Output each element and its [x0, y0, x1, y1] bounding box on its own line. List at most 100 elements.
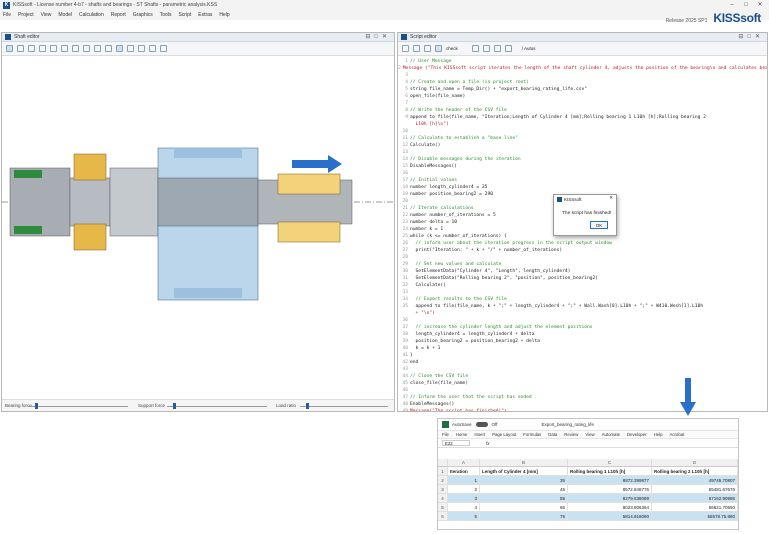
ribbon-tab-help[interactable]: Help	[654, 432, 663, 437]
save-script-icon[interactable]	[424, 45, 431, 52]
menu-calculation[interactable]: Calculation	[79, 12, 104, 18]
save-as-icon[interactable]	[435, 45, 442, 52]
table-cell[interactable]: 55578.75.880	[652, 512, 738, 520]
bearing-2-bottom[interactable]	[277, 221, 341, 243]
view-side-icon[interactable]	[105, 45, 112, 52]
new-script-icon[interactable]	[402, 45, 409, 52]
table-cell[interactable]: 3	[448, 494, 480, 502]
code-line[interactable]: 49Message("The script has finished!")	[398, 408, 767, 411]
run-icon[interactable]	[471, 45, 479, 52]
shaft-segment-3[interactable]	[109, 167, 159, 237]
bearing-2-top[interactable]	[277, 173, 341, 195]
header-iteration[interactable]: Iteration	[448, 467, 480, 475]
check-field[interactable]: check	[446, 46, 458, 51]
rotate-icon[interactable]	[83, 45, 90, 52]
panel-window-controls[interactable]: ⊟□✕	[365, 33, 391, 42]
table-cell[interactable]: 45	[480, 485, 568, 493]
dimension-icon[interactable]	[116, 45, 123, 52]
shaft-segment-2[interactable]	[69, 177, 111, 227]
menu-script[interactable]: Script	[178, 12, 191, 18]
table-cell[interactable]: 67162.90986	[652, 494, 738, 502]
slider-knob-2[interactable]	[173, 403, 176, 409]
menu-report[interactable]: Report	[111, 12, 126, 18]
table-cell[interactable]: 8023.806364	[568, 503, 652, 511]
col-header-c[interactable]: C	[568, 459, 652, 466]
zoom-out-icon[interactable]	[28, 45, 35, 52]
close-button[interactable]: ✕	[753, 0, 767, 10]
col-header-a[interactable]: A	[448, 459, 480, 466]
table-cell[interactable]: 55	[480, 494, 568, 502]
slider-knob-3[interactable]	[306, 403, 309, 409]
search-icon[interactable]	[493, 45, 501, 52]
slider-track-3[interactable]	[300, 406, 388, 407]
table-cell[interactable]: 35	[480, 476, 568, 484]
row-header[interactable]: 3	[438, 485, 448, 493]
menu-file[interactable]: File	[3, 12, 11, 18]
pan-icon[interactable]	[61, 45, 68, 52]
table-cell[interactable]: 66621.70550	[652, 503, 738, 511]
zoom-in-icon[interactable]	[17, 45, 24, 52]
table-cell[interactable]: 1	[448, 476, 480, 484]
table-cell[interactable]: 4	[448, 503, 480, 511]
bearing-1-bottom[interactable]	[73, 223, 107, 251]
measure-icon[interactable]	[72, 45, 79, 52]
menu-extras[interactable]: Extras	[198, 12, 212, 18]
select-tool-icon[interactable]	[6, 45, 13, 52]
row-header[interactable]: 5	[438, 503, 448, 511]
shaft-segment-4[interactable]	[157, 177, 259, 227]
table-cell[interactable]: 65481.67676	[652, 485, 738, 493]
table-cell[interactable]: 75	[480, 512, 568, 520]
row-header[interactable]: 4	[438, 494, 448, 502]
menu-view[interactable]: View	[41, 12, 52, 18]
row-header[interactable]: 6	[438, 512, 448, 520]
ok-button[interactable]: OK	[590, 221, 608, 229]
shaft-segment-1[interactable]	[9, 167, 71, 237]
debug-icon[interactable]	[482, 45, 490, 52]
autosave-toggle[interactable]	[475, 422, 488, 427]
slider-knob-1[interactable]	[35, 403, 38, 409]
header-bearing-2[interactable]: Rolling bearing 2 L10h [h]	[652, 467, 738, 475]
stop-icon[interactable]	[504, 45, 512, 52]
zoom-fit-icon[interactable]	[39, 45, 46, 52]
ribbon-tab-developer[interactable]: Developer	[627, 432, 647, 437]
excel-grid[interactable]: A B C D 1 Iteration Length of Cylinder 4…	[438, 459, 738, 521]
maximize-button[interactable]: □	[739, 0, 753, 10]
name-box[interactable]: E22	[442, 440, 470, 446]
table-cell[interactable]: 49745.70807	[652, 476, 738, 484]
corner-cell[interactable]	[438, 459, 448, 466]
menu-project[interactable]: Project	[18, 12, 34, 18]
menu-model[interactable]: Model	[58, 12, 72, 18]
col-header-d[interactable]: D	[652, 459, 738, 466]
menu-tools[interactable]: Tools	[160, 12, 172, 18]
ribbon-tab-file[interactable]: File	[442, 432, 449, 437]
export-icon[interactable]	[138, 45, 145, 52]
table-cell[interactable]: 2	[448, 485, 480, 493]
search-input[interactable]: / Autos	[522, 46, 536, 51]
table-cell[interactable]: 65	[480, 503, 568, 511]
refresh-icon[interactable]	[160, 45, 167, 52]
open-script-icon[interactable]	[413, 45, 420, 52]
settings-icon[interactable]	[149, 45, 156, 52]
view-front-icon[interactable]	[94, 45, 101, 52]
row-header[interactable]: 1	[438, 467, 448, 475]
ribbon-tab-home[interactable]: Home	[456, 432, 467, 437]
ribbon-tab-automate[interactable]: Automate	[602, 432, 620, 437]
ribbon-tab-page-layout[interactable]: Page Layout	[492, 432, 516, 437]
header-length[interactable]: Length of Cylinder 4 [mm]	[480, 467, 568, 475]
minimize-button[interactable]: –	[725, 0, 739, 10]
header-bearing-1[interactable]: Rolling bearing 1 L10h [h]	[568, 467, 652, 475]
ribbon-tab-view[interactable]: View	[585, 432, 594, 437]
row-header[interactable]: 2	[438, 476, 448, 484]
panel-window-controls[interactable]: ⊟□✕	[738, 33, 764, 42]
ribbon-tab-formulas[interactable]: Formulas	[523, 432, 541, 437]
ribbon-tab-acrobat[interactable]: Acrobat	[669, 432, 684, 437]
shaft-drawing-canvas[interactable]	[2, 56, 394, 400]
dialog-close-button[interactable]: ✕	[609, 195, 613, 201]
col-header-b[interactable]: B	[480, 459, 568, 466]
slider-track-1[interactable]	[28, 406, 128, 407]
table-cell[interactable]: 5	[448, 512, 480, 520]
menu-help[interactable]: Help	[219, 12, 229, 18]
fx-icon[interactable]: fx	[486, 441, 490, 446]
ribbon-tab-data[interactable]: Data	[548, 432, 557, 437]
bearing-1-top[interactable]	[73, 153, 107, 181]
